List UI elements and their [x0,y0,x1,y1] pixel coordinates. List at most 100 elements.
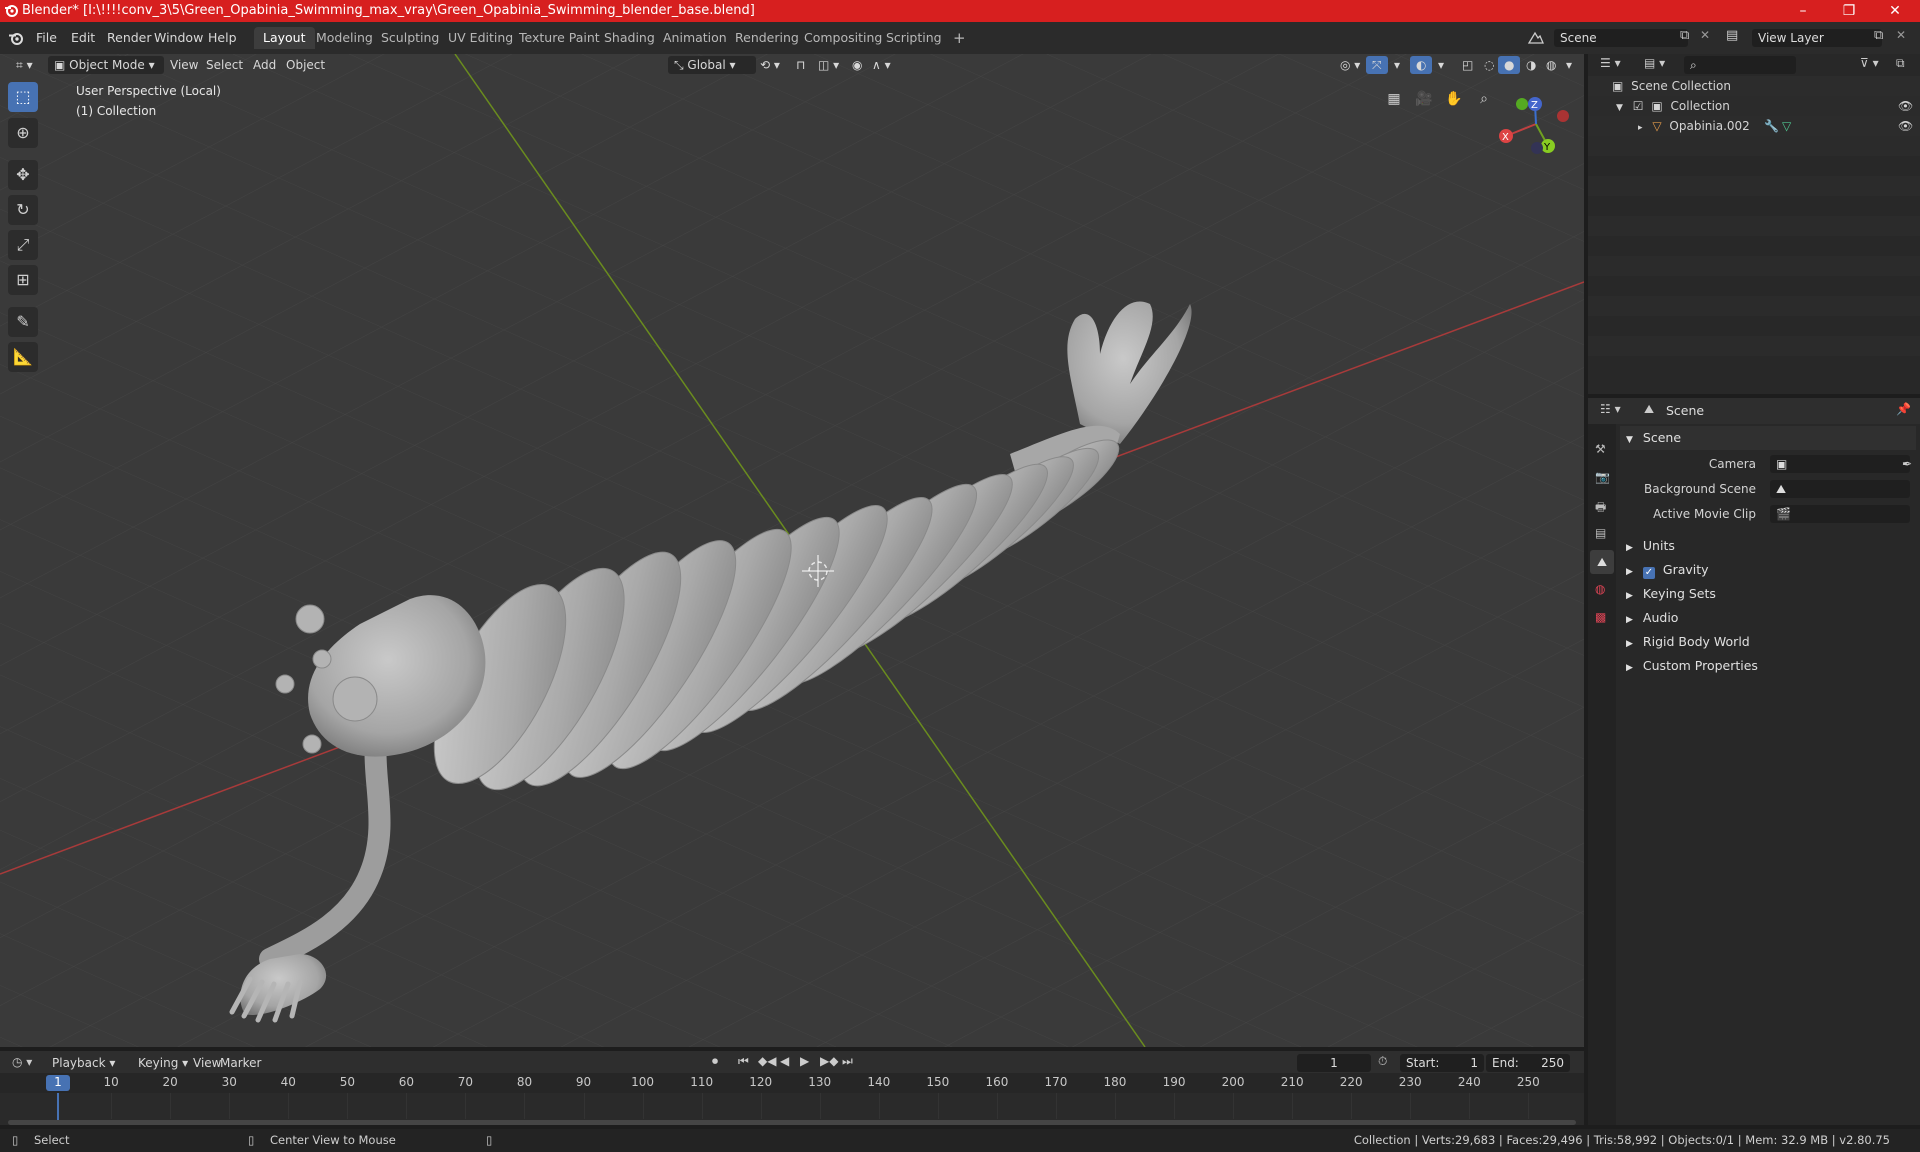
tab-animation[interactable]: Animation [654,27,736,49]
timeline-scrollbar[interactable] [8,1120,1576,1125]
rotate-tool[interactable]: ↻ [8,195,38,225]
preview-range-icon[interactable]: ⏱ [1378,1054,1387,1069]
menu-edit[interactable]: Edit [65,28,101,48]
cursor-tool[interactable]: ⊕ [8,118,38,148]
menu-window[interactable]: Window [148,28,209,48]
properties-editor-icon[interactable]: ☷ ▾ [1600,402,1621,416]
object-eye-icon[interactable]: 👁 [1898,116,1913,136]
measure-tool[interactable]: 📐 [8,342,38,372]
tab-scripting[interactable]: Scripting [877,27,951,49]
pin-icon[interactable]: 📌 [1896,402,1911,416]
gizmo-dropdown-icon[interactable]: ▾ [1388,56,1406,74]
mode-dropdown[interactable]: ▣ Object Mode ▾ [48,56,164,74]
shading-dropdown-icon[interactable]: ▾ [1560,56,1578,74]
toggle-grid-icon[interactable]: ▦ [1381,86,1407,112]
new-view-layer-icon[interactable]: ⧉ [1874,28,1883,43]
timeline-editor-icon[interactable]: ◷ ▾ [12,1055,32,1069]
eyedropper-icon[interactable]: ✒ [1902,454,1912,474]
xray-icon[interactable]: ◰ [1456,56,1479,74]
filter-icon[interactable]: ⊽ ▾ [1860,56,1879,70]
close-window-button[interactable]: ✕ [1872,0,1918,22]
outliner-row-scene-collection[interactable]: ▣ Scene Collection [1588,76,1920,96]
end-frame-field[interactable]: End: 250 [1486,1054,1570,1072]
solid-shading-icon[interactable]: ● [1498,56,1521,74]
gravity-checkbox[interactable]: ✓ [1642,567,1655,579]
keying-menu[interactable]: Keying ▾ [132,1054,194,1072]
expand-arrow-icon[interactable]: ▼ [1616,103,1623,113]
3d-viewport[interactable]: X Y Z ⌗ ▾ ▣ Object Mode ▾ View Select Ad… [0,54,1584,1047]
tab-modeling[interactable]: Modeling [307,27,382,49]
jump-start-icon[interactable]: ⏮ [738,1054,749,1069]
camera-view-icon[interactable]: 🎥 [1411,86,1437,112]
snap-target-icon[interactable]: ◫ ▾ [812,56,845,74]
tab-sculpting[interactable]: Sculpting [372,27,448,49]
gizmo-toggle-icon[interactable]: ⤧ [1366,56,1388,74]
transform-tool[interactable]: ⊞ [8,265,38,295]
restore-button[interactable]: ❐ [1826,0,1872,22]
tool-tab-icon[interactable]: ⚒ [1595,442,1606,456]
zoom-view-icon[interactable]: ⌕ [1471,86,1497,112]
viewport-canvas[interactable]: X Y Z [0,54,1584,1047]
move-tool[interactable]: ✥ [8,160,38,190]
record-icon[interactable]: ⏺ [712,1054,718,1069]
menu-select[interactable]: Select [200,56,249,74]
scene-icon[interactable] [1526,30,1546,46]
world-tab-icon[interactable]: ◍ [1595,582,1605,596]
play-reverse-icon[interactable]: ◀ [780,1054,789,1068]
eye-icon[interactable]: 👁 [1898,96,1913,116]
tab-layout[interactable]: Layout [254,27,315,49]
delete-scene-icon[interactable]: ✕ [1700,28,1710,42]
next-keyframe-icon[interactable]: ▶◆ [820,1054,838,1068]
collapse-arrow-icon[interactable]: ▸ [1638,123,1643,133]
outliner-editor-icon[interactable]: ☰ ▾ [1600,56,1621,70]
collection-checkbox-icon[interactable]: ☑ [1633,99,1644,113]
start-frame-field[interactable]: Start: 1 [1400,1054,1484,1072]
scale-tool[interactable]: ⤢ [8,230,38,260]
outliner-search-input[interactable]: ⌕ [1684,56,1796,74]
current-frame-field[interactable]: 1 [1297,1054,1371,1072]
display-mode-icon[interactable]: ▤ ▾ [1644,56,1665,70]
marker-menu[interactable]: Marker [214,1054,267,1072]
pivot-point-icon[interactable]: ⟲ ▾ [754,56,786,74]
jump-end-icon[interactable]: ⏭ [842,1054,853,1069]
audio-section[interactable]: ▶ Audio [1620,606,1916,630]
delete-view-layer-icon[interactable]: ✕ [1896,28,1906,42]
snap-icon[interactable]: ⊓ [790,56,811,74]
keying-sets-section[interactable]: ▶ Keying Sets [1620,582,1916,606]
outliner-row-object[interactable]: ▸ ▽ Opabinia.002 🔧 ▽ 👁 [1588,116,1920,136]
render-tab-icon[interactable]: 📷 [1595,470,1610,484]
rigid-body-world-section[interactable]: ▶ Rigid Body World [1620,630,1916,654]
menu-add[interactable]: Add [247,56,282,74]
view-layer-tab-icon[interactable]: ▤ [1595,526,1606,540]
falloff-icon[interactable]: ∧ ▾ [866,56,897,74]
view-layer-field[interactable]: View Layer [1752,29,1882,47]
outliner-row-collection[interactable]: ▼ ☑ ▣ Collection 👁 [1588,96,1920,116]
menu-help[interactable]: Help [202,28,243,48]
blender-menu-icon[interactable] [8,31,24,45]
menu-view[interactable]: View [164,56,204,74]
overlay-toggle-icon[interactable]: ◐ [1410,56,1433,74]
gravity-section[interactable]: ▶ ✓ Gravity [1620,558,1916,582]
pan-view-icon[interactable]: ✋ [1441,86,1467,112]
output-tab-icon[interactable]: 🖶 [1595,498,1606,519]
new-scene-icon[interactable]: ⧉ [1680,28,1689,43]
visibility-icon[interactable]: ◎ ▾ [1334,56,1366,74]
view-layer-icon[interactable]: ▤ [1726,28,1738,43]
mesh-data-icon[interactable]: ▽ [1782,116,1791,136]
new-collection-icon[interactable]: ⧉ [1896,56,1905,71]
scene-section-header[interactable]: ▼ Scene [1620,426,1916,450]
add-workspace-button[interactable]: + [944,27,975,49]
custom-properties-section[interactable]: ▶ Custom Properties [1620,654,1916,678]
prev-keyframe-icon[interactable]: ◆◀ [758,1054,776,1068]
scene-name-field[interactable]: Scene [1554,29,1688,47]
menu-file[interactable]: File [30,28,63,48]
menu-object[interactable]: Object [280,56,331,74]
active-movie-clip-field[interactable]: 🎬 [1770,505,1910,523]
annotate-tool[interactable]: ✎ [8,307,38,337]
tab-texture-paint[interactable]: Texture Paint [510,27,609,49]
select-box-tool[interactable]: ⬚ [8,82,38,112]
play-icon[interactable]: ▶ [800,1054,809,1068]
editor-type-icon[interactable]: ⌗ ▾ [10,56,39,74]
modifier-icon[interactable]: 🔧 [1764,116,1779,136]
playback-menu[interactable]: Playback ▾ [46,1054,121,1072]
